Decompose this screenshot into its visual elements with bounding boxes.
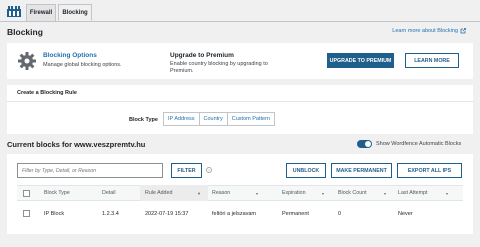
row-checkbox[interactable] xyxy=(23,210,30,217)
gear-icon xyxy=(18,52,36,70)
tab-divider xyxy=(0,21,480,22)
sort-icon: ▾ xyxy=(256,191,259,196)
learn-more-button[interactable]: LEARN MORE xyxy=(405,53,459,68)
tab-firewall[interactable]: Firewall xyxy=(26,4,56,21)
table-header xyxy=(17,185,463,201)
column-last-attempt[interactable]: Last Attempt xyxy=(398,190,427,196)
cell-expiration: Permanent xyxy=(282,211,309,217)
block-type-selector: IP Address Country Custom Pattern xyxy=(163,112,275,126)
select-all-checkbox[interactable] xyxy=(23,190,30,197)
cell-reason: feltöri a jelszavam xyxy=(212,211,257,217)
cell-block-type: IP Block xyxy=(44,211,65,217)
cell-rule-added: 2022-07-19 15:37 xyxy=(145,211,189,217)
column-expiration[interactable]: Expiration xyxy=(282,190,306,196)
help-icon[interactable]: ? xyxy=(206,167,212,173)
column-rule-added[interactable]: Rule Added xyxy=(145,190,172,196)
tab-blocking[interactable]: Blocking xyxy=(58,4,92,21)
column-block-type[interactable]: Block Type xyxy=(44,190,70,196)
sort-desc-icon: ▼ xyxy=(197,191,201,196)
block-type-custom-pattern[interactable]: Custom Pattern xyxy=(227,113,274,125)
sort-icon: ▾ xyxy=(384,191,387,196)
sort-icon: ▾ xyxy=(322,191,325,196)
sort-icon: ▾ xyxy=(446,191,449,196)
export-all-ips-button[interactable]: EXPORT ALL IPS xyxy=(397,163,462,178)
block-type-ip-address[interactable]: IP Address xyxy=(164,113,200,125)
cell-detail: 1.2.3.4 xyxy=(102,211,119,217)
make-permanent-button[interactable]: MAKE PERMANENT xyxy=(331,163,392,178)
block-type-country[interactable]: Country xyxy=(199,113,228,125)
column-detail[interactable]: Detail xyxy=(102,190,116,196)
column-block-count[interactable]: Block Count xyxy=(338,190,367,196)
upgrade-to-premium-button[interactable]: UPGRADE TO PREMIUM xyxy=(327,53,394,68)
block-type-label: Block Type xyxy=(129,117,158,123)
learn-more-label: Learn more about Blocking xyxy=(392,28,458,34)
upgrade-title: Upgrade to Premium xyxy=(170,52,234,59)
cell-last-attempt: Never xyxy=(398,211,413,217)
blocking-options-link[interactable]: Blocking Options xyxy=(43,52,97,59)
divider xyxy=(7,101,473,102)
toggle-knob xyxy=(365,141,371,147)
current-blocks-title: Current blocks for www.veszpremtv.hu xyxy=(7,140,146,149)
cell-block-count: 0 xyxy=(338,211,342,217)
filter-button[interactable]: FILTER xyxy=(171,163,202,178)
page-title: Blocking xyxy=(7,27,43,37)
unblock-button[interactable]: UNBLOCK xyxy=(286,163,326,178)
column-reason[interactable]: Reason xyxy=(212,190,230,196)
blocking-options-description: Manage global blocking options. xyxy=(43,62,122,68)
automatic-blocks-label: Show Wordfence Automatic Blocks xyxy=(376,141,462,147)
upgrade-description: Enable country blocking by upgrading to … xyxy=(170,61,268,74)
learn-more-link[interactable]: Learn more about Blocking xyxy=(392,28,466,34)
wordfence-logo-icon xyxy=(7,6,21,17)
filter-input[interactable] xyxy=(17,163,163,178)
external-link-icon xyxy=(460,28,466,34)
create-rule-title: Create a Blocking Rule xyxy=(17,90,77,96)
